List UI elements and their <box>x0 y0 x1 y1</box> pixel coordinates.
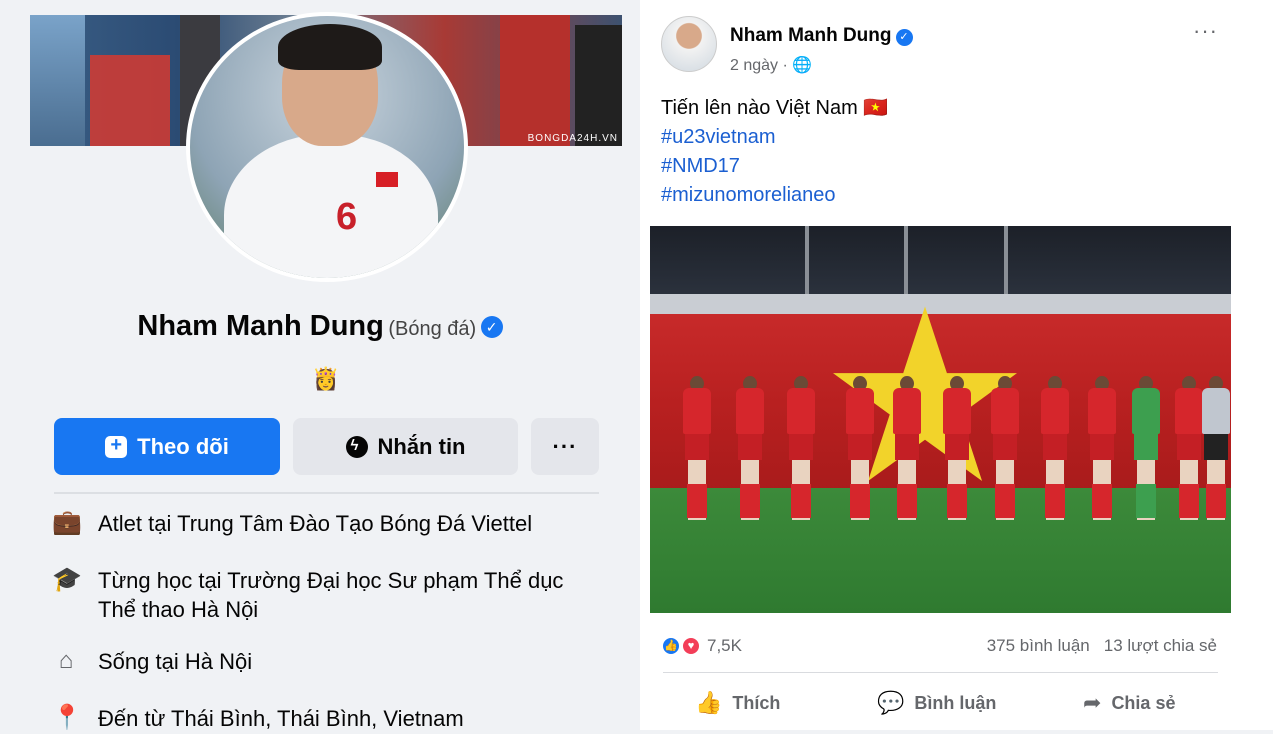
profile-category: (Bóng đá) <box>388 318 477 340</box>
info-residence: ⌂ Sống tại Hà Nội <box>52 647 598 676</box>
share-button[interactable]: ➦ Chia sẻ <box>1083 690 1175 716</box>
graduation-cap-icon: 🎓 <box>52 566 82 593</box>
like-label: Thích <box>732 692 781 713</box>
post-photo[interactable]: ★ <box>650 226 1231 613</box>
reaction-count: 7,5K <box>707 636 742 655</box>
profile-emoji: 👸 <box>312 366 340 391</box>
messenger-icon <box>345 435 368 458</box>
comment-label: Bình luận <box>914 692 997 713</box>
share-icon: ➦ <box>1083 690 1102 715</box>
hashtag-link[interactable]: #NMD17 <box>661 152 888 181</box>
location-pin-icon: 📍 <box>52 704 82 731</box>
info-hometown-text[interactable]: Đến từ Thái Bình, Thái Bình, Vietnam <box>98 704 598 733</box>
reaction-summary[interactable]: 👍 ♥ 7,5K <box>661 636 742 656</box>
info-education-text[interactable]: Từng học tại Trường Đại học Sư phạm Thể … <box>98 566 598 624</box>
post-text: Tiến lên nào Việt Nam 🇻🇳 <box>661 97 889 119</box>
divider <box>663 672 1218 673</box>
post-time[interactable]: 2 ngày · <box>730 57 792 74</box>
follow-button[interactable]: Theo dõi <box>54 418 280 475</box>
like-button[interactable]: 👍 Thích <box>695 690 780 716</box>
share-label: Chia sẻ <box>1111 692 1176 713</box>
thumbs-up-icon: 👍 <box>695 690 723 715</box>
cover-watermark: BONGDA24H.VN <box>527 133 618 144</box>
engagement-counts: 375 bình luận 13 lượt chia sẻ <box>987 636 1217 656</box>
post-author[interactable]: Nham Manh Dung ✓ <box>730 25 913 47</box>
info-work: 💼 Atlet tại Trung Tâm Đào Tạo Bóng Đá Vi… <box>52 509 598 538</box>
post-author-name[interactable]: Nham Manh Dung <box>730 25 892 46</box>
verified-badge-icon: ✓ <box>895 29 913 46</box>
briefcase-icon: 💼 <box>52 509 82 536</box>
home-icon: ⌂ <box>58 647 74 674</box>
like-reaction-icon: 👍 <box>661 636 681 656</box>
follow-icon <box>105 434 128 458</box>
post-panel: Nham Manh Dung ✓ 2 ngày · 🌐 ··· Tiến lên … <box>640 0 1273 734</box>
divider <box>54 492 599 494</box>
profile-avatar[interactable]: 6 <box>186 12 468 282</box>
info-hometown: 📍 Đến từ Thái Bình, Thái Bình, Vietnam <box>52 704 598 733</box>
message-label: Nhắn tin <box>377 433 466 459</box>
bottom-strip <box>640 730 1273 734</box>
post-caption: Tiến lên nào Việt Nam 🇻🇳 #u23vietnam #NM… <box>661 94 888 210</box>
info-education: 🎓 Từng học tại Trường Đại học Sư phạm Th… <box>52 566 598 624</box>
love-reaction-icon: ♥ <box>681 636 701 656</box>
comment-count[interactable]: 375 bình luận <box>987 636 1090 656</box>
info-work-text[interactable]: Atlet tại Trung Tâm Đào Tạo Bóng Đá Viet… <box>98 509 598 538</box>
more-options-button[interactable]: ··· <box>531 418 599 475</box>
post-menu-button[interactable]: ··· <box>1193 18 1218 44</box>
post-meta: 2 ngày · 🌐 <box>730 55 812 75</box>
hashtag-link[interactable]: #u23vietnam <box>661 123 888 152</box>
post-menu-label: ··· <box>1193 18 1218 43</box>
more-label: ··· <box>552 433 578 459</box>
globe-icon: 🌐 <box>792 57 813 74</box>
post-author-avatar[interactable] <box>661 16 717 72</box>
message-button[interactable]: Nhắn tin <box>293 418 518 475</box>
profile-name: Nham Manh Dung <box>137 310 384 342</box>
follow-label: Theo dõi <box>137 433 229 459</box>
share-count[interactable]: 13 lượt chia sẻ <box>1104 636 1217 656</box>
comment-icon: 💬 <box>877 690 905 715</box>
comment-button[interactable]: 💬 Bình luận <box>877 690 996 716</box>
profile-panel: BONGDA24H.VN 6 Nham Manh Dung (Bóng đá) … <box>0 0 640 734</box>
hashtag-link[interactable]: #mizunomorelianeo <box>661 181 888 210</box>
info-residence-text[interactable]: Sống tại Hà Nội <box>98 647 598 676</box>
verified-badge-icon: ✓ <box>480 316 503 338</box>
profile-title: Nham Manh Dung (Bóng đá) ✓ <box>0 310 640 343</box>
